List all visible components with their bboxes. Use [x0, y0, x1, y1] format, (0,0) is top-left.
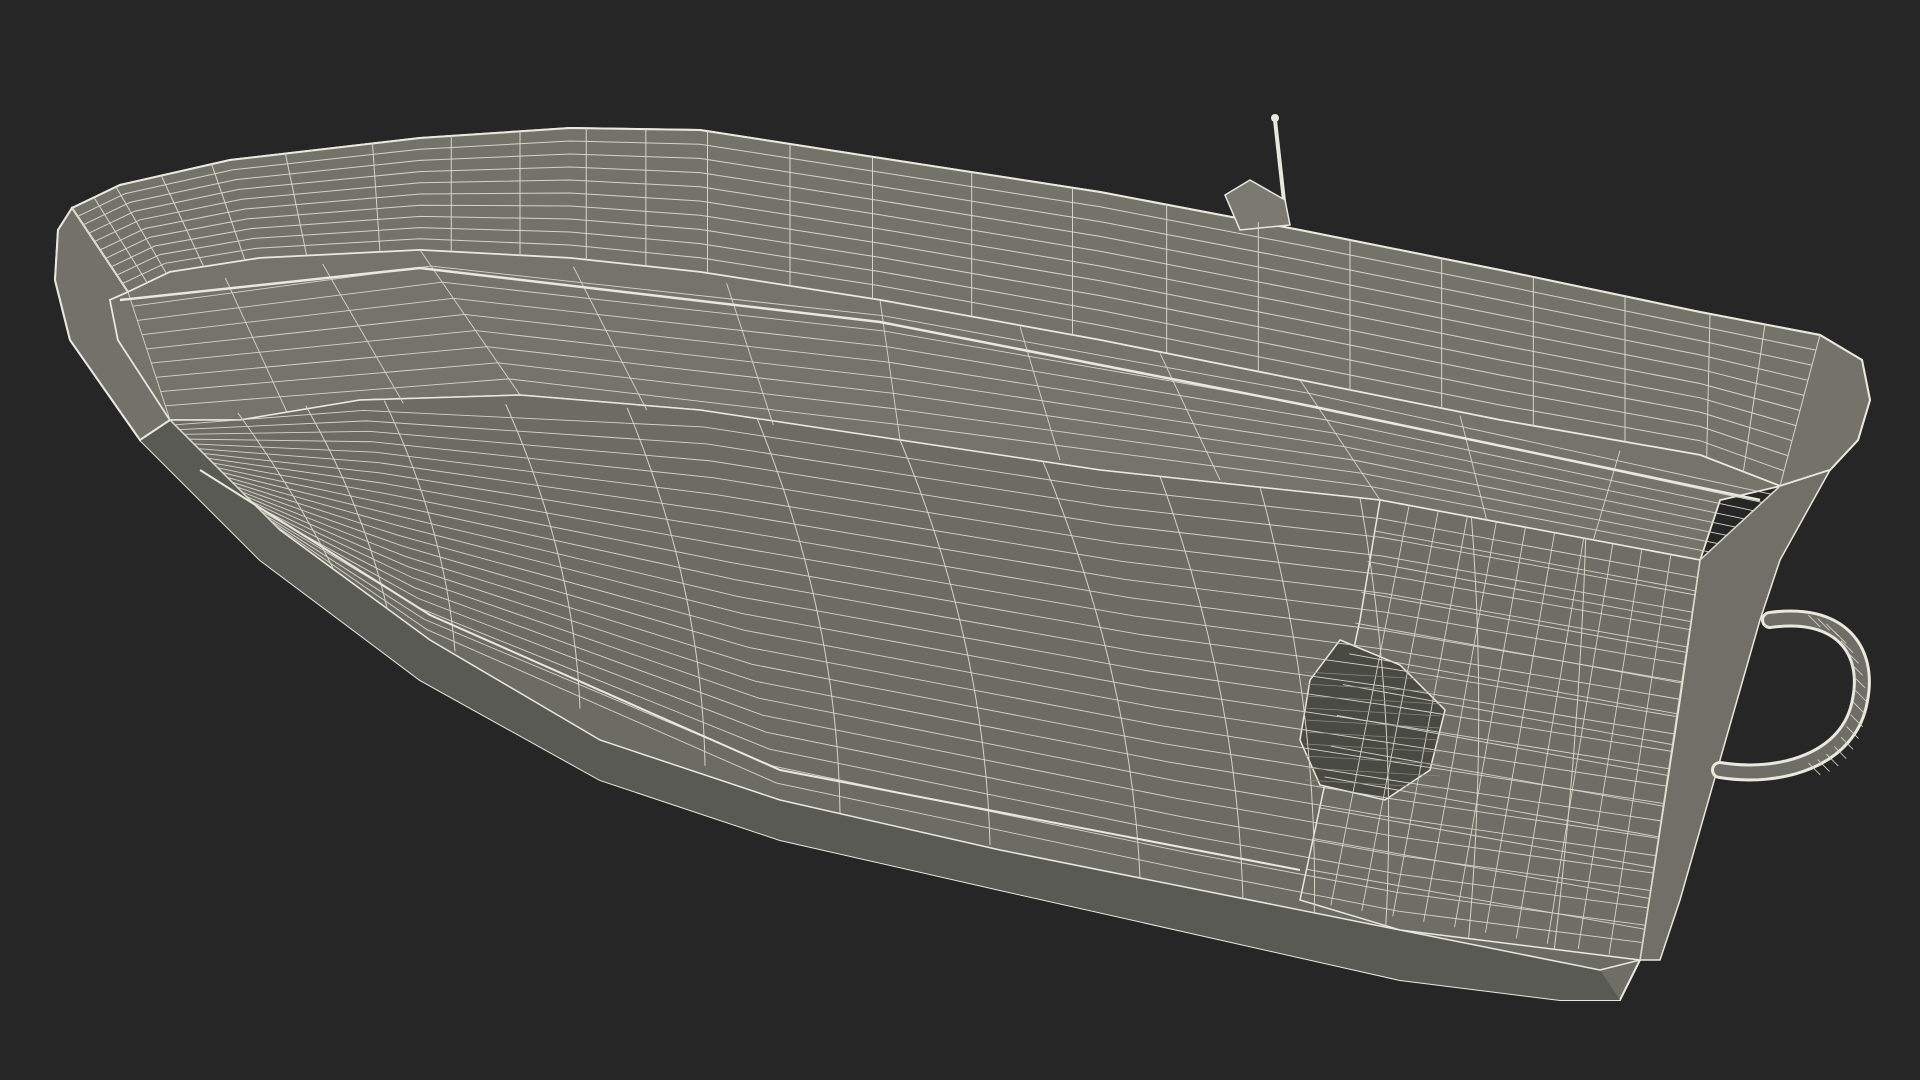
antenna-mast: [1224, 114, 1291, 231]
antenna-tip: [1271, 114, 1279, 122]
wireframe-scene: [53, 114, 1872, 1001]
render-viewport[interactable]: [0, 0, 1920, 1080]
